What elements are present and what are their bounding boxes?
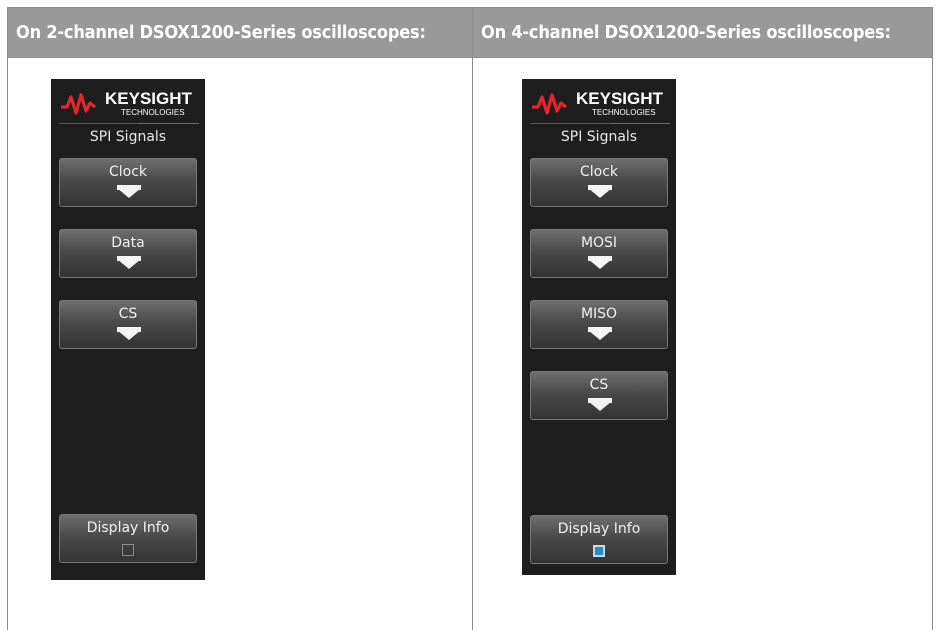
logo-divider	[530, 123, 670, 124]
column-header: On 4-channel DSOX1200-Series oscilloscop…	[473, 8, 932, 58]
svg-text:TECHNOLOGIES: TECHNOLOGIES	[592, 108, 656, 117]
softkey-label: Data	[111, 235, 145, 251]
down-arrow-icon	[117, 256, 141, 269]
panel-title: SPI Signals	[560, 129, 638, 145]
keysight-logo: KEYSIGHT TECHNOLOGIES	[61, 89, 193, 117]
svg-text:KEYSIGHT: KEYSIGHT	[576, 89, 664, 108]
softkey-label: Clock	[579, 164, 619, 180]
softkey-label: CS	[118, 306, 138, 322]
softkey-panel: KEYSIGHT TECHNOLOGIES SPI Signals Clock …	[522, 79, 676, 575]
svg-text:KEYSIGHT: KEYSIGHT	[105, 89, 193, 108]
clock-softkey[interactable]: Clock	[530, 158, 668, 207]
down-arrow-icon	[588, 256, 612, 269]
cs-softkey[interactable]: CS	[530, 371, 668, 420]
column-header: On 2-channel DSOX1200-Series oscilloscop…	[8, 8, 472, 58]
display-info-softkey[interactable]: Display Info	[59, 514, 197, 563]
cs-softkey[interactable]: CS	[59, 300, 197, 349]
softkey-panel: KEYSIGHT TECHNOLOGIES SPI Signals Clock …	[51, 79, 205, 580]
down-arrow-icon	[588, 185, 612, 198]
softkey-label: Display Info	[86, 520, 170, 536]
data-softkey[interactable]: Data	[59, 229, 197, 278]
column-2-channel: On 2-channel DSOX1200-Series oscilloscop…	[8, 8, 473, 630]
panel-title: SPI Signals	[89, 129, 167, 145]
display-info-softkey[interactable]: Display Info	[530, 515, 668, 564]
keysight-logo: KEYSIGHT TECHNOLOGIES	[532, 89, 664, 117]
svg-text:TECHNOLOGIES: TECHNOLOGIES	[121, 108, 185, 117]
down-arrow-icon	[117, 327, 141, 340]
checkbox-unchecked-icon[interactable]	[122, 544, 134, 556]
clock-softkey[interactable]: Clock	[59, 158, 197, 207]
logo-divider	[59, 123, 199, 124]
softkey-label: MOSI	[580, 235, 618, 251]
down-arrow-icon	[117, 185, 141, 198]
mosi-softkey[interactable]: MOSI	[530, 229, 668, 278]
softkey-label: Display Info	[557, 521, 641, 537]
checkbox-checked-icon[interactable]	[593, 545, 605, 557]
miso-softkey[interactable]: MISO	[530, 300, 668, 349]
softkey-label: CS	[589, 377, 609, 393]
softkey-label: MISO	[580, 306, 618, 322]
softkey-label: Clock	[108, 164, 148, 180]
comparison-table: On 2-channel DSOX1200-Series oscilloscop…	[7, 7, 933, 630]
down-arrow-icon	[588, 327, 612, 340]
down-arrow-icon	[588, 398, 612, 411]
column-4-channel: On 4-channel DSOX1200-Series oscilloscop…	[473, 8, 932, 630]
